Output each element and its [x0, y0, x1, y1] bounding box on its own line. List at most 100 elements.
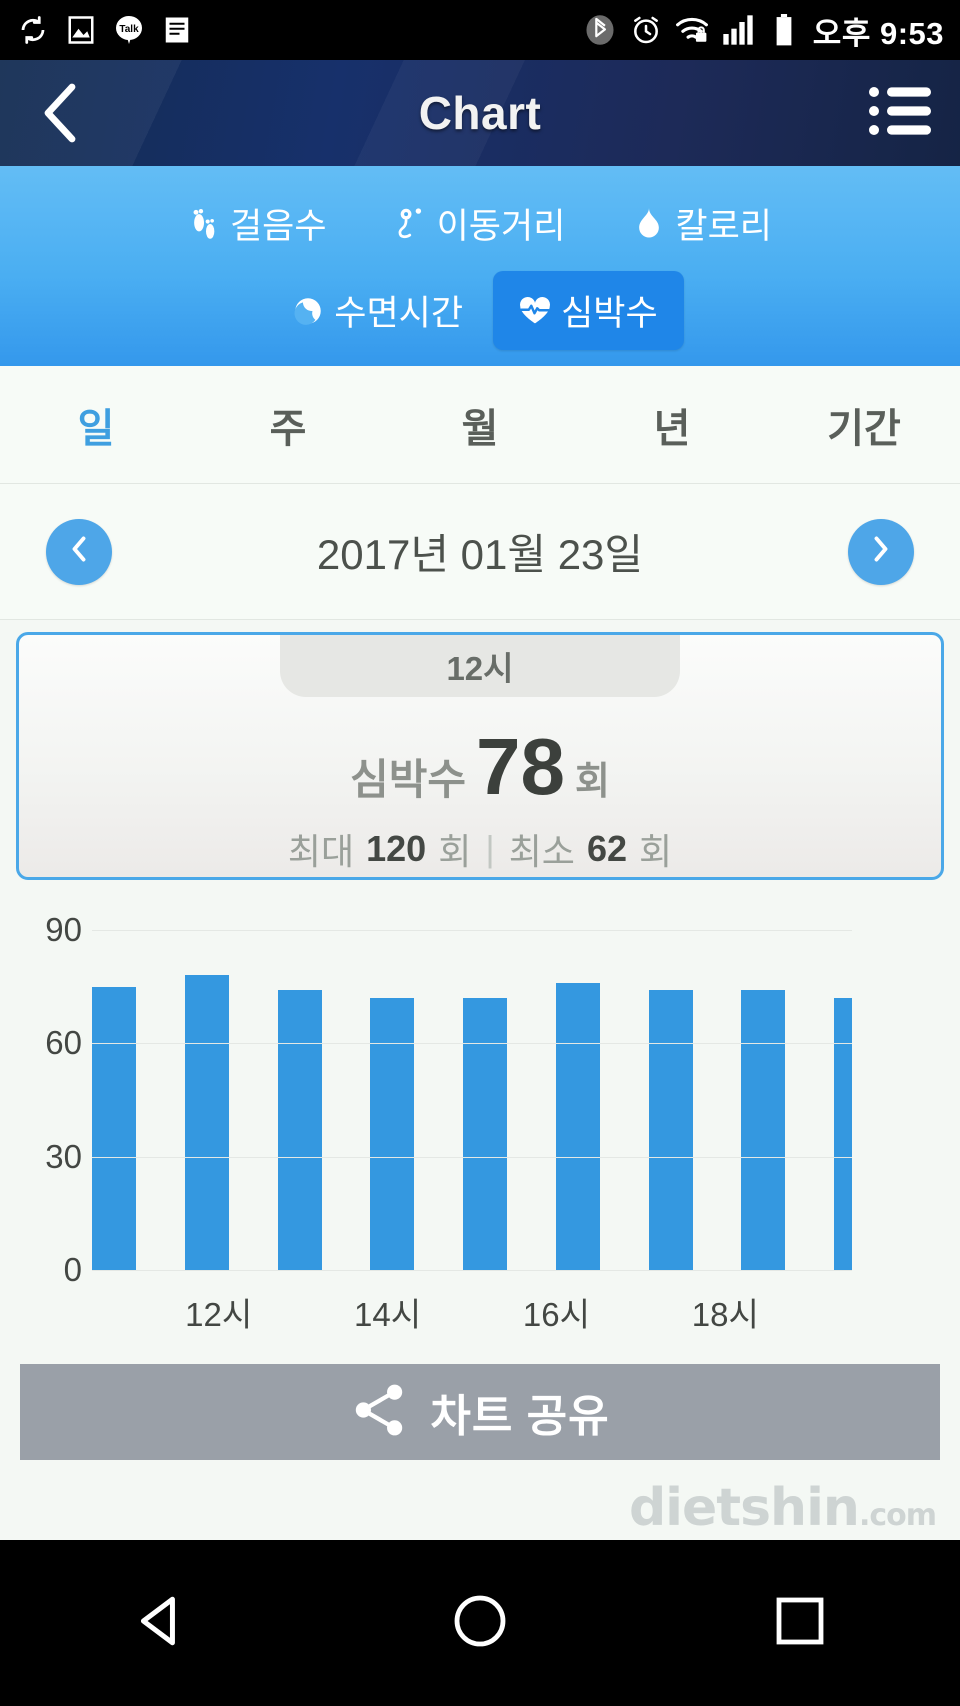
current-date-label: 2017년 01월 23일 — [316, 531, 644, 578]
summary-card-main: 심박수 78 회 — [19, 727, 941, 807]
chart-bar[interactable] — [648, 990, 693, 1270]
app-screen: Talk 오후 9:53 Chart 걸음수 이동거리 칼로리 수면시간 심박수… — [0, 0, 960, 1706]
metric-selector: 걸음수 이동거리 칼로리 수면시간 심박수 — [0, 166, 960, 366]
chart-x-tick-label: 18시 — [691, 1296, 759, 1333]
nav-back-button[interactable] — [85, 1540, 235, 1706]
min-unit: 회 — [638, 831, 673, 872]
chart-y-tick-label: 30 — [45, 1137, 82, 1175]
chart-plot-area — [92, 930, 852, 1271]
chart-x-tick-label: 14시 — [354, 1296, 422, 1333]
chart-x-tick-label: 12시 — [185, 1296, 253, 1333]
app-header: Chart — [0, 60, 960, 166]
min-value: 62 — [586, 828, 627, 869]
chart-bar[interactable] — [92, 986, 136, 1270]
share-chart-label: 차트 공유 — [430, 1392, 610, 1441]
chart-y-tick-label: 90 — [45, 911, 82, 948]
period-tab-range[interactable]: 기간 — [768, 396, 960, 454]
page-title: Chart — [418, 87, 542, 139]
status-bar-clock: 오후 9:53 — [812, 15, 944, 51]
chart-gridline — [92, 1043, 852, 1045]
battery-icon — [767, 13, 801, 47]
chevron-right-icon — [870, 534, 892, 569]
chart-bar[interactable] — [555, 982, 600, 1270]
metric-chip-label: 걸음수 — [229, 207, 327, 246]
gallery-icon — [64, 13, 98, 47]
share-chart-button[interactable]: 차트 공유 — [20, 1364, 940, 1460]
moon-icon — [292, 293, 324, 329]
summary-card: 12시 심박수 78 회 최대 120 회 | 최소 62 회 — [16, 632, 944, 880]
route-pin-icon — [395, 206, 427, 242]
back-button[interactable] — [0, 60, 120, 166]
period-tab-day[interactable]: 일 — [0, 396, 192, 454]
chart-bar[interactable] — [741, 990, 786, 1270]
summary-metric-value: 78 — [475, 722, 565, 811]
metric-chip-heartrate[interactable]: 심박수 — [493, 271, 684, 350]
home-circle-icon — [452, 1593, 508, 1654]
chart-bar[interactable] — [463, 998, 507, 1270]
status-bar: Talk 오후 9:53 — [0, 0, 960, 60]
watermark-domain: .com — [858, 1498, 937, 1533]
summary-card-minmax: 최대 120 회 | 최소 62 회 — [19, 823, 941, 875]
chart-bars — [92, 930, 852, 1270]
alarm-icon — [629, 13, 663, 47]
chevron-left-icon — [68, 534, 90, 569]
max-value: 120 — [366, 828, 427, 869]
heartbeat-icon — [519, 293, 551, 329]
metric-chip-label: 이동거리 — [436, 207, 566, 246]
period-tabs: 일 주 월 년 기간 — [0, 366, 960, 484]
back-chevron-icon — [36, 79, 84, 147]
summary-card-time-tab: 12시 — [280, 635, 680, 697]
nav-recents-button[interactable] — [725, 1540, 875, 1706]
watermark-text: dietshin — [628, 1478, 860, 1538]
heart-rate-chart: 0 30 60 90 12시 14시 16시 18시 — [0, 896, 960, 1356]
chart-bar[interactable] — [277, 990, 322, 1270]
summary-metric-label: 심박수 — [350, 756, 466, 803]
next-date-button[interactable] — [848, 518, 914, 585]
footsteps-icon — [188, 206, 220, 242]
list-menu-icon — [869, 85, 931, 142]
chart-gridline — [92, 1156, 852, 1158]
note-icon — [160, 13, 194, 47]
metric-chip-label: 심박수 — [561, 294, 658, 333]
chart-bar[interactable] — [184, 975, 229, 1270]
chart-x-axis: 12시 14시 16시 18시 — [92, 1288, 852, 1334]
period-tab-year[interactable]: 년 — [576, 396, 768, 454]
chart-gridline — [92, 930, 852, 931]
metric-chip-label: 칼로리 — [675, 207, 773, 246]
sync-icon — [16, 13, 50, 47]
metric-chip-distance[interactable]: 이동거리 — [379, 186, 582, 261]
chart-bar[interactable] — [370, 998, 415, 1270]
period-tab-week[interactable]: 주 — [192, 396, 384, 454]
share-nodes-icon — [350, 1381, 408, 1444]
menu-button[interactable] — [840, 60, 960, 166]
max-label: 최대 — [287, 831, 355, 872]
wifi-lock-icon — [675, 13, 709, 47]
recents-square-icon — [774, 1595, 826, 1652]
chart-y-tick-label: 60 — [45, 1024, 82, 1062]
metric-chip-label: 수면시간 — [334, 294, 464, 333]
chart-gridline — [92, 1270, 852, 1271]
min-label: 최소 — [508, 831, 575, 872]
metric-chip-sleep[interactable]: 수면시간 — [276, 273, 479, 348]
metric-chip-calories[interactable]: 칼로리 — [617, 186, 788, 261]
date-navigator: 2017년 01월 23일 — [0, 484, 960, 620]
status-bar-system: 오후 9:53 — [583, 8, 944, 53]
previous-date-button[interactable] — [46, 518, 112, 585]
max-unit: 회 — [438, 831, 472, 872]
metric-chip-steps[interactable]: 걸음수 — [172, 186, 343, 261]
period-tab-month[interactable]: 월 — [384, 396, 576, 454]
chart-bar[interactable] — [834, 998, 852, 1270]
kakaotalk-icon: Talk — [112, 13, 146, 47]
chart-x-tick-label: 16시 — [522, 1296, 590, 1333]
flame-icon — [633, 206, 665, 242]
minmax-separator: | — [485, 828, 495, 869]
watermark: dietshin.com — [628, 1478, 937, 1538]
system-navigation-bar — [0, 1540, 960, 1706]
nav-home-button[interactable] — [405, 1540, 555, 1706]
signal-icon — [721, 13, 755, 47]
svg-text:Talk: Talk — [119, 24, 139, 35]
back-triangle-icon — [133, 1593, 187, 1654]
status-bar-notifications: Talk — [16, 13, 194, 47]
summary-metric-unit: 회 — [574, 761, 610, 803]
chart-y-tick-label: 0 — [63, 1251, 82, 1288]
